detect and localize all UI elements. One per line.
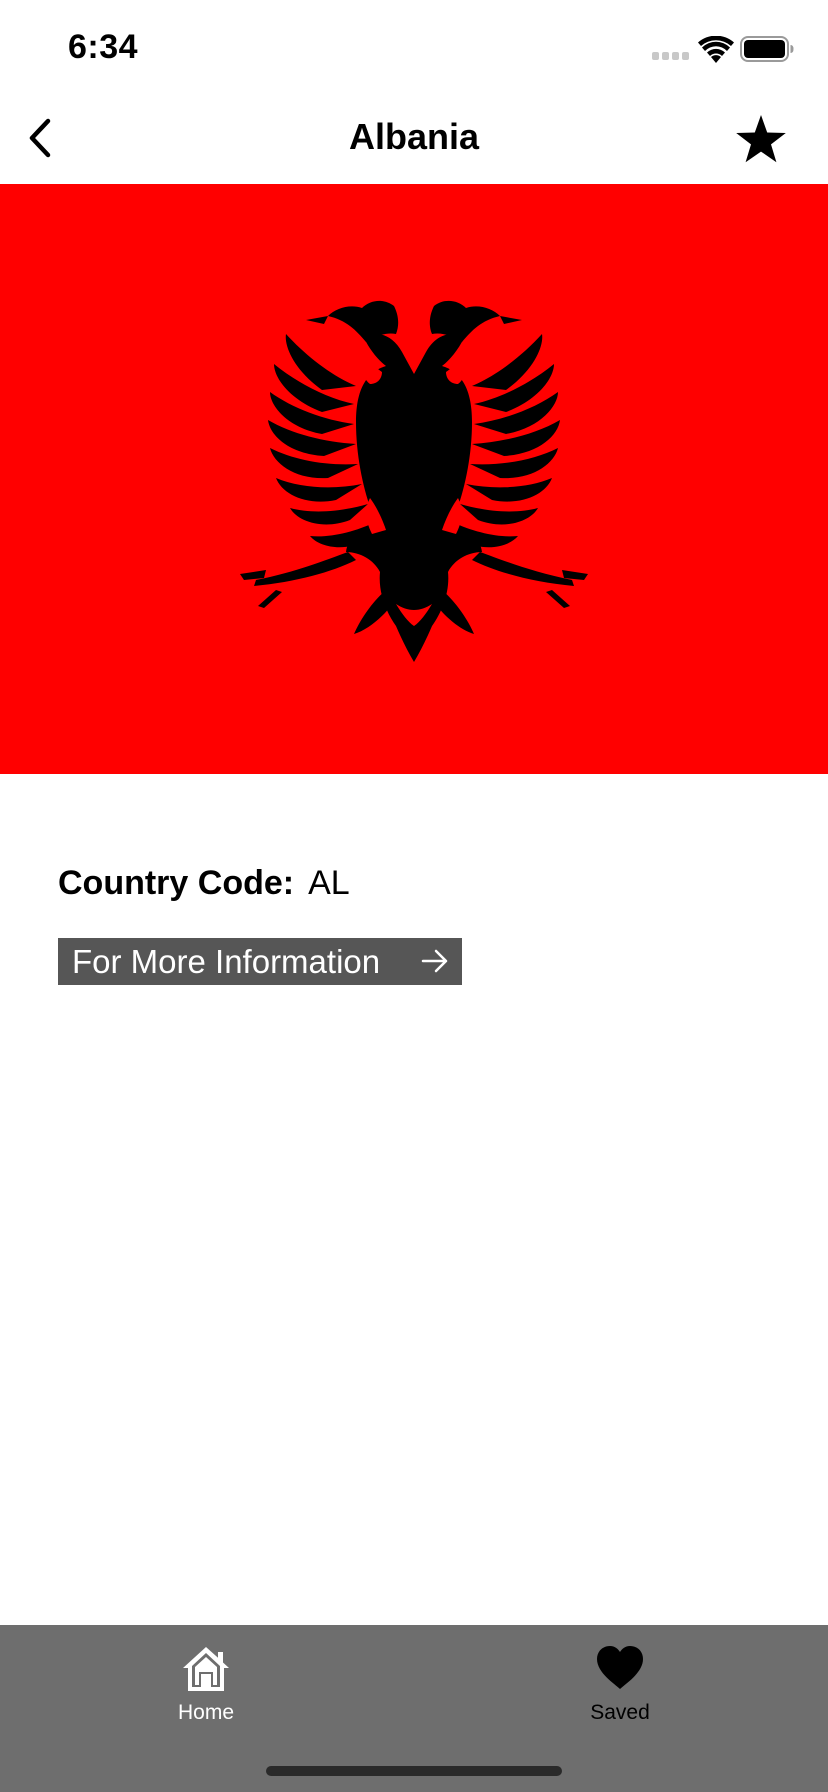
- tab-bar: Home Saved: [0, 1625, 828, 1792]
- favorite-button[interactable]: [730, 110, 792, 168]
- battery-icon: [740, 36, 794, 62]
- wifi-icon: [698, 36, 734, 63]
- country-code-row: Country Code: AL: [58, 864, 350, 903]
- country-code-label: Country Code:: [58, 864, 295, 902]
- tab-home-label: Home: [177, 1701, 235, 1724]
- arrow-right-icon: [421, 949, 448, 973]
- country-code-value: AL: [308, 864, 350, 902]
- tab-saved-label: Saved: [590, 1701, 650, 1724]
- home-icon: [183, 1647, 229, 1691]
- more-information-button[interactable]: For More Information: [58, 938, 462, 985]
- navigation-bar: Albania: [0, 92, 828, 184]
- heart-icon: [597, 1646, 643, 1689]
- tab-saved[interactable]: Saved: [540, 1643, 700, 1733]
- home-indicator: [266, 1766, 562, 1776]
- status-bar: 6:34: [0, 0, 828, 92]
- signal-icon: [652, 52, 689, 60]
- flag-image: [0, 184, 828, 774]
- country-detail-screen: 6:34 Albania Country Code: AL For More I…: [0, 0, 828, 1792]
- more-information-label: For More Information: [72, 942, 381, 980]
- star-icon: [736, 115, 786, 163]
- tab-home[interactable]: Home: [126, 1643, 286, 1733]
- status-time: 6:34: [68, 28, 139, 66]
- double-headed-eagle-emblem: [240, 300, 588, 662]
- page-title: Albania: [348, 116, 480, 157]
